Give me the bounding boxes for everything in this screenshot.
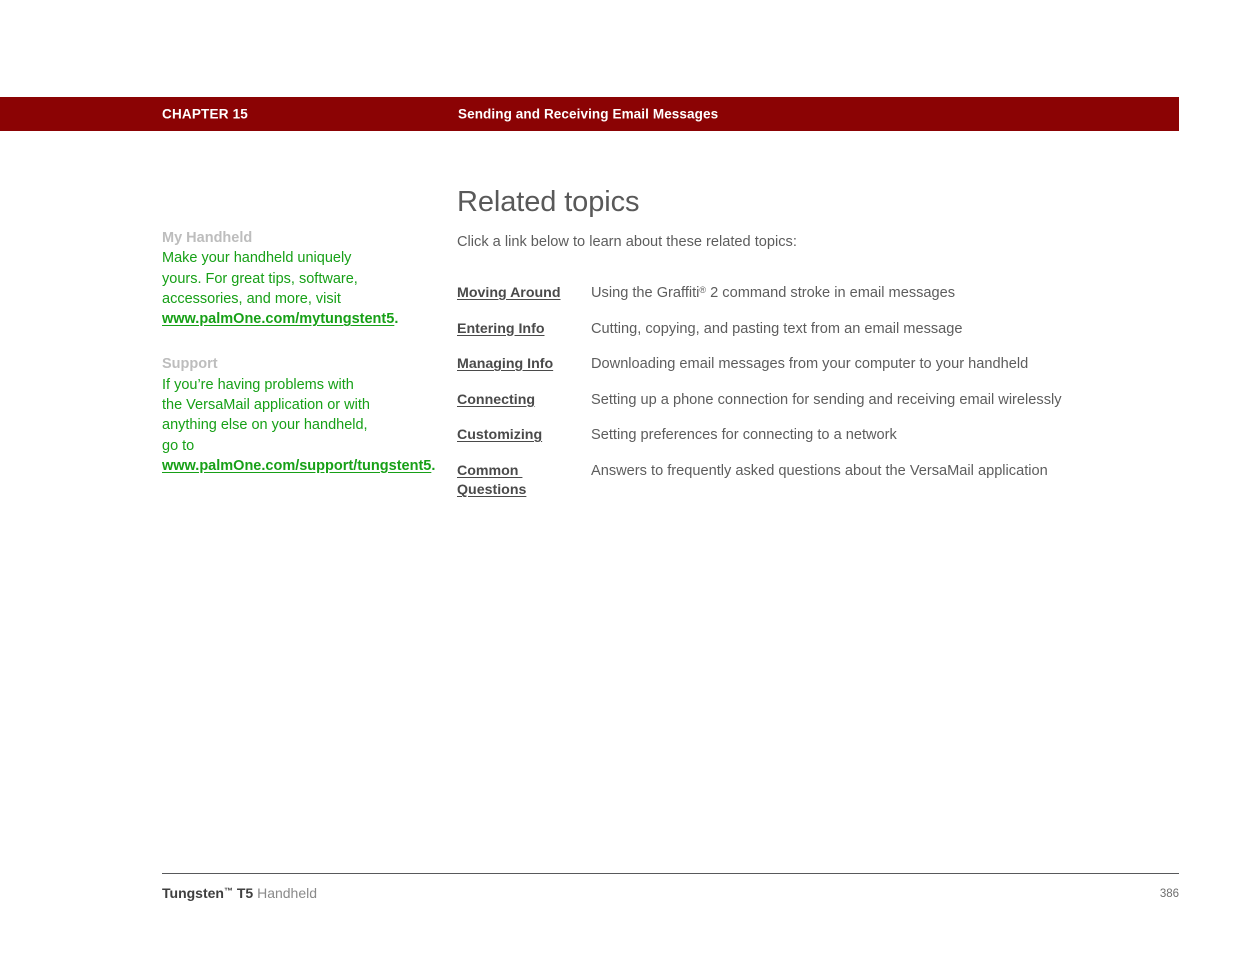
intro-text: Click a link below to learn about these … bbox=[457, 234, 797, 250]
topic-description-text: Cutting, copying, and pasting text from … bbox=[591, 320, 963, 337]
sidebar-block-my-handheld: My Handheld Make your handheld uniquely … bbox=[162, 228, 398, 329]
table-cell-link: Entering Info bbox=[457, 320, 591, 356]
topic-link-moving-around[interactable]: Moving Around bbox=[457, 285, 561, 301]
trademark-mark: ™ bbox=[223, 886, 233, 896]
table-cell-link: Customizing bbox=[457, 426, 591, 462]
footer-product-model: T5 bbox=[232, 885, 254, 901]
sidebar-block-support: Support If you’re having problems with t… bbox=[162, 354, 435, 476]
sidebar-body-text: If you’re having problems with the Versa… bbox=[162, 376, 370, 454]
sidebar-body-text: Make your handheld uniquely yours. For g… bbox=[162, 250, 358, 307]
chapter-label: CHAPTER 15 bbox=[162, 106, 249, 122]
main-content: Related topics Click a link below to lea… bbox=[457, 185, 1157, 517]
sidebar-body-support: If you’re having problems with the Versa… bbox=[162, 375, 435, 476]
table-row: Entering Info Cutting, copying, and past… bbox=[457, 320, 1147, 356]
sidebar-heading-support: Support bbox=[162, 356, 218, 373]
table-cell-description: Answers to frequently asked questions ab… bbox=[591, 462, 1147, 517]
sidebar-link-support[interactable]: www.palmOne.com/support/tungstent5 bbox=[162, 458, 431, 474]
topic-link-connecting[interactable]: Connecting bbox=[457, 392, 535, 408]
topic-link-entering-info[interactable]: Entering Info bbox=[457, 321, 544, 337]
table-cell-link: Moving Around bbox=[457, 284, 591, 320]
sidebar-link-period: . bbox=[394, 311, 399, 328]
page-title: Related topics bbox=[457, 186, 640, 218]
page-footer: Tungsten™ T5 Handheld 386 bbox=[162, 883, 1179, 903]
topic-description-text: Setting up a phone connection for sendin… bbox=[591, 391, 1062, 408]
table-row: Common Questions Answers to frequently a… bbox=[457, 462, 1147, 517]
sidebar-link-my-handheld[interactable]: www.palmOne.com/mytungstent5 bbox=[162, 311, 394, 327]
topic-description-text-cont: 2 command stroke in email messages bbox=[706, 285, 956, 301]
topic-description-text: Downloading email messages from your com… bbox=[591, 356, 1029, 372]
topic-description-text: Using the Graffiti bbox=[591, 285, 700, 301]
chapter-title: Sending and Receiving Email Messages bbox=[458, 106, 719, 122]
topic-link-customizing[interactable]: Customizing bbox=[457, 427, 542, 443]
topic-link-managing-info[interactable]: Managing Info bbox=[457, 356, 553, 372]
table-cell-link: Managing Info bbox=[457, 355, 591, 391]
table-cell-description: Downloading email messages from your com… bbox=[591, 355, 1147, 391]
footer-product-brand: Tungsten™ T5 bbox=[162, 885, 253, 901]
footer-product-type: Handheld bbox=[253, 885, 318, 901]
table-row: Connecting Setting up a phone connection… bbox=[457, 391, 1147, 427]
sidebar-heading-my-handheld: My Handheld bbox=[162, 230, 253, 246]
topic-description-text: Setting preferences for connecting to a … bbox=[591, 427, 897, 443]
table-cell-link: Common Questions bbox=[457, 462, 591, 517]
table-cell-description: Cutting, copying, and pasting text from … bbox=[591, 320, 1147, 356]
page-number: 386 bbox=[1159, 888, 1179, 900]
footer-product-brand-text: Tungsten bbox=[162, 885, 224, 901]
chapter-header-bar: CHAPTER 15 Sending and Receiving Email M… bbox=[0, 97, 1179, 131]
table-cell-description: Setting preferences for connecting to a … bbox=[591, 426, 1147, 462]
table-row: Customizing Setting preferences for conn… bbox=[457, 426, 1147, 462]
table-cell-description: Setting up a phone connection for sendin… bbox=[591, 391, 1147, 427]
topic-link-common-questions[interactable]: Common Questions bbox=[457, 463, 526, 499]
table-cell-description: Using the Graffiti® 2 command stroke in … bbox=[591, 284, 1147, 320]
topic-description-text: Answers to frequently asked questions ab… bbox=[591, 462, 1048, 479]
footer-divider bbox=[162, 873, 1179, 874]
table-row: Managing Info Downloading email messages… bbox=[457, 355, 1147, 391]
sidebar: My Handheld Make your handheld uniquely … bbox=[162, 228, 435, 501]
related-topics-table: Moving Around Using the Graffiti® 2 comm… bbox=[457, 284, 1147, 517]
table-cell-link: Connecting bbox=[457, 391, 591, 427]
table-row: Moving Around Using the Graffiti® 2 comm… bbox=[457, 284, 1147, 320]
footer-product-name: Tungsten™ T5 Handheld bbox=[162, 883, 317, 903]
sidebar-body-my-handheld: Make your handheld uniquely yours. For g… bbox=[162, 248, 398, 329]
sidebar-link-period: . bbox=[431, 457, 436, 474]
